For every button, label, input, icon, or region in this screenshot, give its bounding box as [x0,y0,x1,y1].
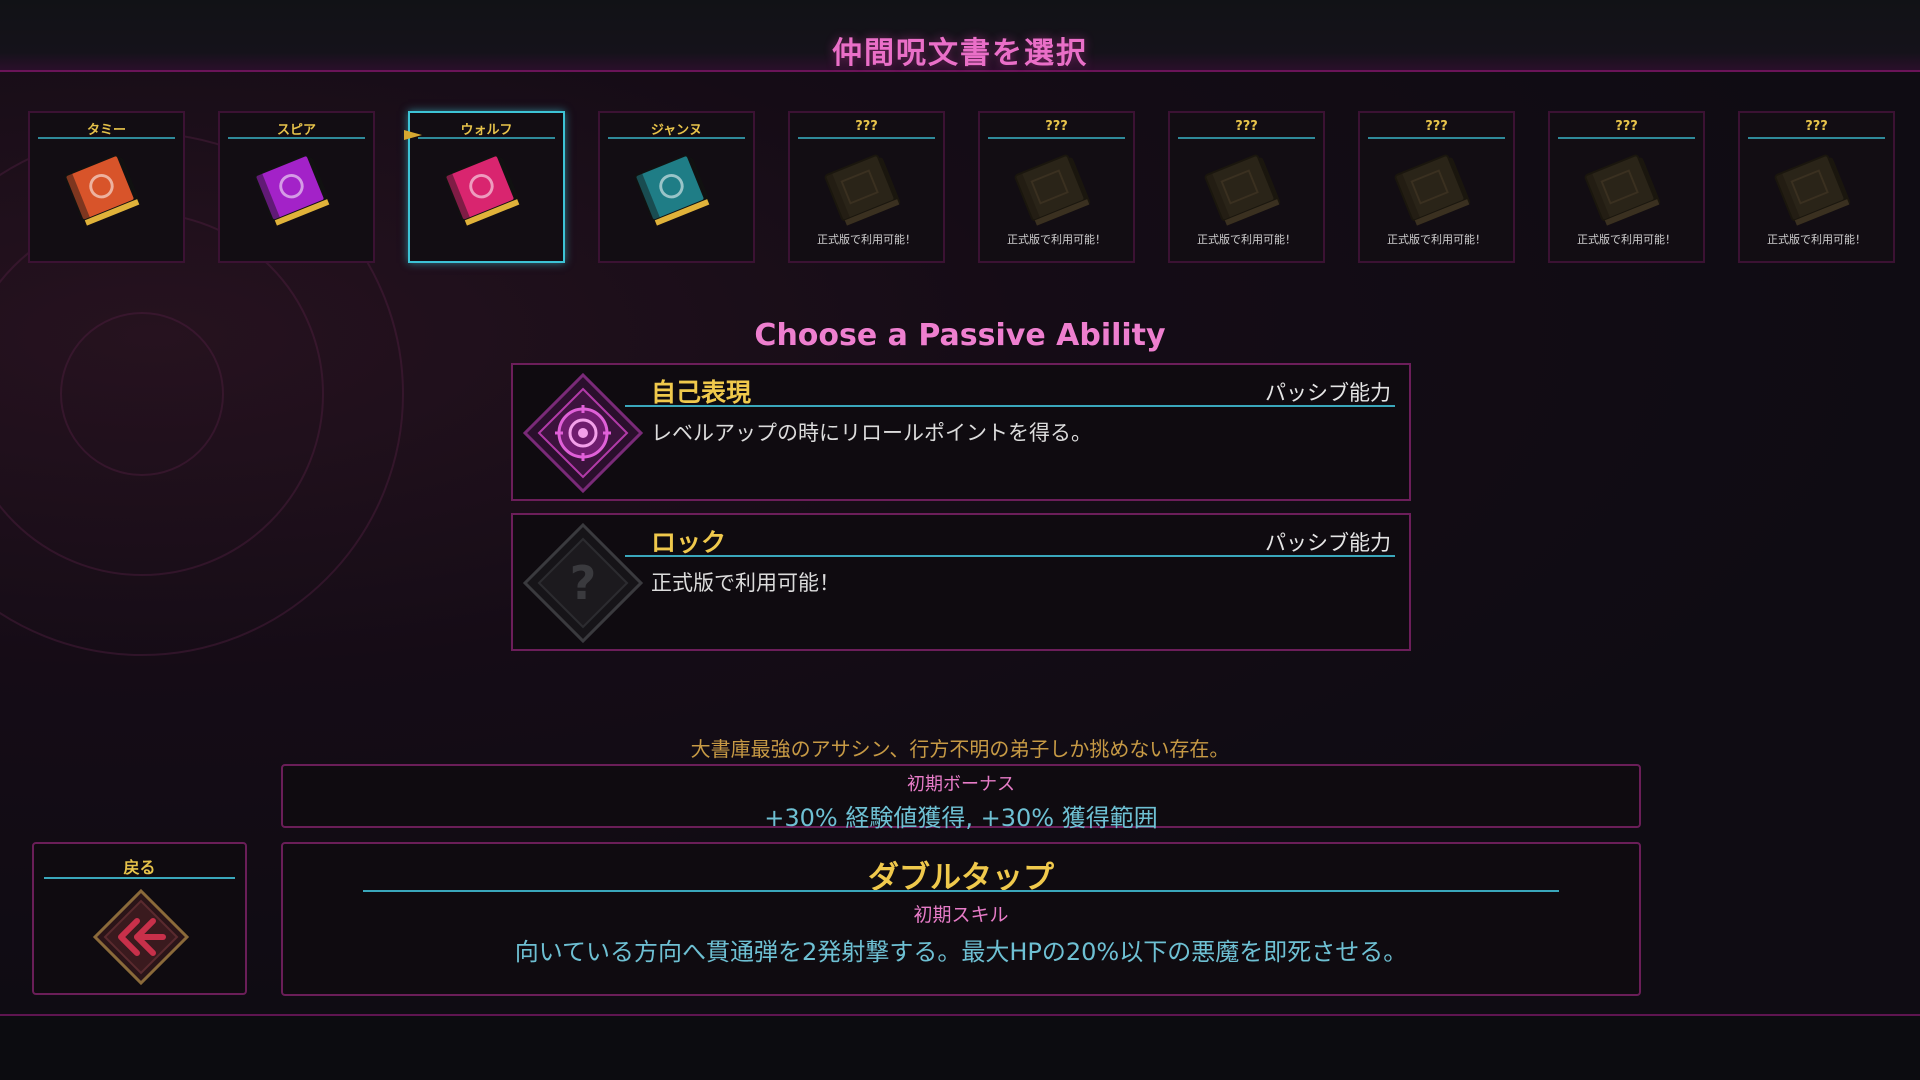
locked-book-icon [1014,154,1091,226]
book-card[interactable]: ??? 正式版で利用可能！ [1738,111,1895,263]
locked-book-icon [1394,154,1471,226]
starting-skill-panel: ダブルタップ 初期スキル 向いている方向へ貫通弾を2発射撃する。最大HPの20%… [281,842,1641,996]
divider [625,405,1395,407]
book-card[interactable]: ウォルフ [408,111,565,263]
question-mark-icon: ? [522,522,644,644]
skill-label: 初期スキル [913,904,1009,926]
book-name: ??? [1615,119,1638,134]
book-unavailable-text: 正式版で利用可能！ [1387,233,1486,246]
character-lore: 大書庫最強のアサシン、行方不明の弟子しか挑めない存在。 [690,737,1230,761]
book-unavailable-text: 正式版で利用可能！ [1767,233,1866,246]
book-card[interactable]: ??? 正式版で利用可能！ [1548,111,1705,263]
book-unavailable-text: 正式版で利用可能！ [1577,233,1676,246]
bonus-text: +30% 経験値獲得, +30% 獲得範囲 [764,804,1158,832]
spear-book-icon [254,154,331,226]
ability-name: ロック [651,528,727,557]
divider [363,890,1559,892]
book-card[interactable]: ジャンヌ [598,111,755,263]
book-unavailable-text: 正式版で利用可能！ [1007,233,1106,246]
jeanne-book-icon [634,154,711,226]
back-button[interactable]: 戻る [32,842,247,995]
divider [625,555,1395,557]
sun-gear-icon [522,372,644,494]
starting-bonus-panel: 初期ボーナス +30% 経験値獲得, +30% 獲得範囲 [281,764,1641,832]
book-name: ??? [1235,119,1258,134]
bonus-label: 初期ボーナス [907,774,1015,795]
selection-pointer-icon [404,130,422,140]
back-arrow-icon [92,888,190,986]
back-label: 戻る [123,858,156,877]
locked-book-icon [824,154,901,226]
book-name: ??? [1425,119,1448,134]
ability-description: 正式版で利用可能！ [651,571,840,595]
svg-text:?: ? [570,556,597,610]
skill-description: 向いている方向へ貫通弾を2発射撃する。最大HPの20%以下の悪魔を即死させる。 [514,938,1408,966]
book-name: ??? [1045,119,1068,134]
ability-type: パッシブ能力 [1265,381,1391,405]
book-name: ??? [1805,119,1828,134]
ability-name: 自己表現 [651,378,752,407]
book-name: スピア [276,123,316,138]
ability-description: レベルアップの時にリロールポイントを得る。 [651,421,1092,445]
book-name: タミー [86,123,126,138]
book-card[interactable]: ??? 正式版で利用可能！ [1358,111,1515,263]
locked-book-icon [1204,154,1281,226]
ability-type: パッシブ能力 [1265,531,1391,555]
ability-card-locked[interactable]: ? ロック パッシブ能力 正式版で利用可能！ [511,513,1411,651]
locked-book-icon [1774,154,1851,226]
book-unavailable-text: 正式版で利用可能！ [817,233,916,246]
book-card[interactable]: スピア [218,111,375,263]
book-name: ウォルフ [460,123,513,138]
locked-book-icon [1584,154,1661,226]
wolf-book-icon [444,154,521,226]
book-unavailable-text: 正式版で利用可能！ [1197,233,1296,246]
tammy-book-icon [64,154,141,226]
book-card[interactable]: タミー [28,111,185,263]
book-card[interactable]: ??? 正式版で利用可能！ [1168,111,1325,263]
ability-card-self-expression[interactable]: 自己表現 パッシブ能力 レベルアップの時にリロールポイントを得る。 [511,363,1411,501]
book-card[interactable]: ??? 正式版で利用可能！ [978,111,1135,263]
passive-section-title: Choose a Passive Ability [754,318,1166,353]
book-name: ??? [855,119,878,134]
book-name: ジャンヌ [650,123,703,138]
page-title: 仲間呪文書を選択 [832,36,1088,71]
book-card[interactable]: ??? 正式版で利用可能！ [788,111,945,263]
divider [44,877,235,879]
